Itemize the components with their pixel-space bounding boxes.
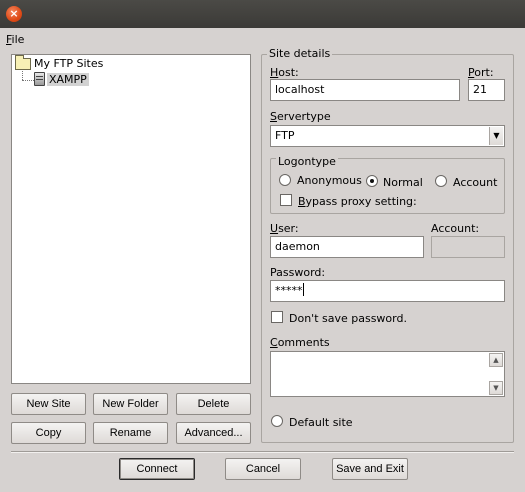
servertype-value: FTP bbox=[275, 129, 295, 142]
text-caret bbox=[302, 283, 304, 296]
default-site-radio[interactable] bbox=[271, 415, 283, 427]
close-icon[interactable]: × bbox=[6, 6, 22, 22]
password-label: Password: bbox=[270, 266, 326, 279]
site-tree[interactable]: My FTP Sites XAMPP bbox=[11, 54, 251, 384]
dont-save-password-label: Don't save password. bbox=[289, 312, 407, 325]
save-and-exit-button-label: Save and Exit bbox=[336, 463, 404, 475]
delete-button[interactable]: Delete bbox=[176, 393, 251, 415]
account-radio[interactable] bbox=[435, 175, 447, 187]
bypass-proxy-label: Bypass proxy setting: bbox=[298, 195, 417, 208]
advanced-button-label: Advanced... bbox=[184, 427, 243, 439]
connect-button-label: Connect bbox=[136, 463, 178, 475]
account-field-label: Account: bbox=[431, 222, 480, 235]
comments-field[interactable]: ▲ ▼ bbox=[270, 351, 505, 397]
cancel-button-label: Cancel bbox=[245, 463, 281, 475]
account-field bbox=[431, 236, 505, 258]
port-label: Port: bbox=[468, 66, 494, 79]
scroll-down-icon[interactable]: ▼ bbox=[489, 381, 503, 395]
tree-root-label: My FTP Sites bbox=[34, 57, 104, 70]
host-label: Host: bbox=[270, 66, 299, 79]
copy-button[interactable]: Copy bbox=[11, 422, 86, 444]
tree-connector bbox=[22, 71, 23, 80]
anonymous-radio[interactable] bbox=[279, 174, 291, 186]
advanced-button[interactable]: Advanced... bbox=[176, 422, 251, 444]
tree-root-item[interactable]: My FTP Sites bbox=[15, 55, 104, 70]
normal-label: Normal bbox=[383, 176, 423, 189]
normal-radio[interactable] bbox=[366, 175, 378, 187]
anonymous-label: Anonymous bbox=[297, 174, 362, 187]
tree-item-xampp[interactable]: XAMPP bbox=[34, 72, 89, 86]
new-folder-button-label: New Folder bbox=[102, 398, 159, 410]
new-site-button[interactable]: New Site bbox=[11, 393, 86, 415]
account-label: Account bbox=[453, 176, 498, 189]
new-site-button-label: New Site bbox=[26, 398, 71, 410]
rename-button-label: Rename bbox=[109, 427, 152, 439]
server-icon bbox=[34, 72, 45, 86]
rename-button[interactable]: Rename bbox=[93, 422, 168, 444]
connect-button[interactable]: Connect bbox=[119, 458, 195, 480]
menu-file[interactable]: File bbox=[6, 33, 24, 46]
password-field[interactable]: ***** bbox=[270, 280, 505, 302]
dont-save-password-checkbox[interactable] bbox=[271, 311, 283, 323]
folder-icon bbox=[15, 55, 31, 70]
copy-button-label: Copy bbox=[35, 427, 62, 439]
save-and-exit-button[interactable]: Save and Exit bbox=[332, 458, 408, 480]
site-details-title: Site details bbox=[267, 47, 333, 60]
chevron-down-icon[interactable]: ▼ bbox=[489, 127, 503, 145]
host-field[interactable]: localhost bbox=[270, 79, 460, 101]
default-site-label: Default site bbox=[289, 416, 353, 429]
new-folder-button[interactable]: New Folder bbox=[93, 393, 168, 415]
scroll-up-icon[interactable]: ▲ bbox=[489, 353, 503, 367]
servertype-select[interactable]: FTP ▼ bbox=[270, 125, 505, 147]
bypass-proxy-checkbox[interactable] bbox=[280, 194, 292, 206]
logontype-title: Logontype bbox=[276, 155, 338, 168]
port-field[interactable]: 21 bbox=[468, 79, 505, 101]
servertype-label: Servertype bbox=[270, 110, 331, 123]
password-value: ***** bbox=[275, 284, 303, 297]
delete-button-label: Delete bbox=[197, 398, 230, 410]
title-bar: × bbox=[0, 0, 525, 28]
cancel-button[interactable]: Cancel bbox=[225, 458, 301, 480]
user-field[interactable]: daemon bbox=[270, 236, 424, 258]
menu-bar: File bbox=[0, 28, 525, 50]
tree-item-label: XAMPP bbox=[47, 72, 89, 86]
tree-connector bbox=[22, 80, 34, 81]
comments-label: Comments bbox=[270, 336, 330, 349]
user-label: User: bbox=[270, 222, 299, 235]
separator bbox=[11, 451, 514, 453]
